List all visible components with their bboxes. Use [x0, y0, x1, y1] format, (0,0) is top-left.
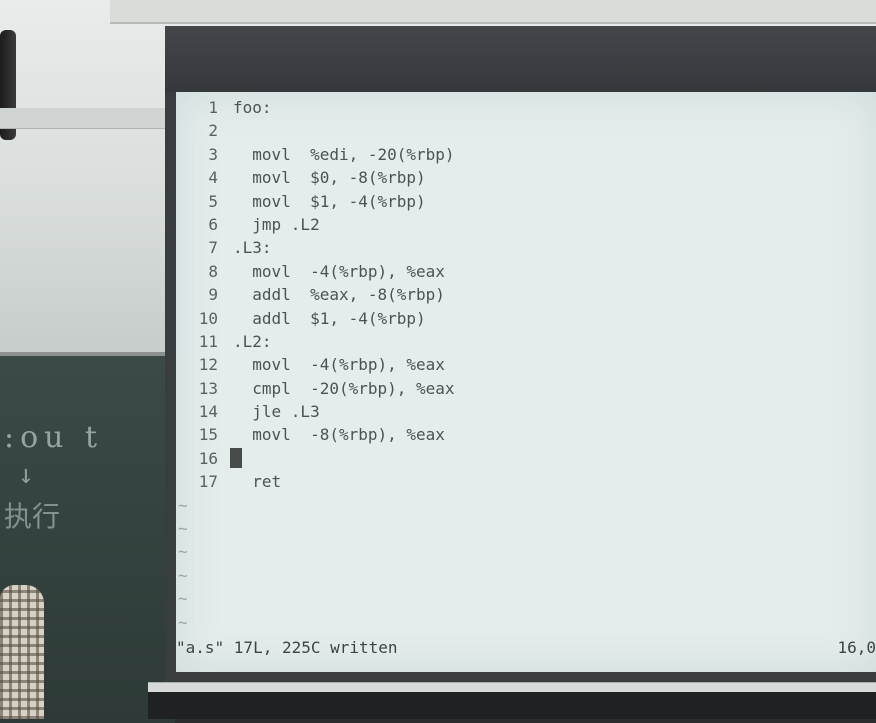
line-text[interactable]: jmp .L2 [233, 213, 319, 236]
code-line[interactable]: 15 movl -8(%rbp), %eax [176, 423, 876, 446]
line-number: 9 [208, 285, 218, 305]
line-text[interactable]: movl $1, -4(%rbp) [233, 190, 425, 213]
projection-screen-top [165, 26, 876, 92]
line-text[interactable]: .L3: [233, 236, 272, 259]
line-number: 11 [198, 331, 218, 351]
code-line[interactable]: 16 [176, 447, 876, 470]
floor-shadow [148, 692, 876, 719]
line-text[interactable]: addl $1, -4(%rbp) [233, 307, 425, 330]
vim-status-bar: "a.s" 17L, 225C written 16,0 [176, 636, 876, 660]
empty-line-tilde: ~ [178, 589, 188, 609]
line-number: 5 [208, 191, 218, 211]
line-text[interactable]: movl -4(%rbp), %eax [233, 260, 445, 283]
line-text[interactable]: foo: [233, 96, 272, 119]
code-line[interactable]: 8 movl -4(%rbp), %eax [176, 260, 876, 283]
ceiling-bar [110, 0, 876, 24]
line-text[interactable]: movl -4(%rbp), %eax [233, 353, 445, 376]
line-number: 15 [198, 425, 218, 445]
code-line[interactable]: 9 addl %eax, -8(%rbp) [176, 283, 876, 306]
vim-editor-window[interactable]: 1 foo: 2 3 movl %edi, -20(%rbp) 4 movl $0… [176, 92, 876, 672]
line-number: 13 [198, 378, 218, 398]
code-line[interactable]: 11 .L2: [176, 330, 876, 353]
code-line[interactable]: 17 ret [176, 470, 876, 493]
empty-line-tilde: ~ [178, 612, 188, 632]
line-number: 1 [208, 98, 218, 117]
line-number: 7 [208, 238, 218, 258]
wall-ledge [0, 108, 170, 129]
chalk-writing: :ou t [4, 420, 104, 455]
code-area[interactable]: 1 foo: 2 3 movl %edi, -20(%rbp) 4 movl $0… [176, 96, 876, 634]
code-line[interactable]: 3 movl %edi, -20(%rbp) [176, 143, 876, 166]
line-text[interactable]: cmpl -20(%rbp), %eax [233, 377, 454, 400]
chalk-writing-2: 执行 [4, 500, 61, 533]
line-text[interactable]: .L2: [233, 330, 272, 353]
empty-line-tilde: ~ [178, 542, 188, 562]
code-line[interactable]: 10 addl $1, -4(%rbp) [176, 307, 876, 330]
code-line[interactable]: 14 jle .L3 [176, 400, 876, 423]
empty-line-tilde: ~ [178, 565, 188, 585]
line-number: 8 [208, 261, 218, 281]
line-number: 16 [198, 448, 218, 468]
empty-line-tilde: ~ [178, 519, 188, 539]
code-line[interactable]: 7 .L3: [176, 236, 876, 259]
code-line[interactable]: 2 [176, 119, 876, 142]
line-text[interactable]: movl $0, -8(%rbp) [233, 166, 425, 189]
person-shoulder [0, 585, 44, 719]
line-number: 4 [208, 168, 218, 188]
code-line[interactable]: 13 cmpl -20(%rbp), %eax [176, 377, 876, 400]
line-number: 10 [198, 308, 218, 328]
line-number: 14 [198, 402, 218, 422]
code-line[interactable]: 12 movl -4(%rbp), %eax [176, 353, 876, 376]
code-line[interactable]: 6 jmp .L2 [176, 213, 876, 236]
line-number: 3 [208, 144, 218, 164]
line-text[interactable]: movl %edi, -20(%rbp) [233, 143, 454, 166]
line-number: 12 [198, 355, 218, 375]
line-text[interactable]: jle .L3 [233, 400, 319, 423]
line-text[interactable]: ret [233, 470, 281, 493]
text-cursor [230, 448, 242, 468]
code-line[interactable]: 1 foo: [176, 96, 876, 119]
line-number: 6 [208, 214, 218, 234]
status-message: "a.s" 17L, 225C written [176, 638, 398, 657]
line-number: 2 [208, 121, 218, 141]
code-line[interactable]: 5 movl $1, -4(%rbp) [176, 190, 876, 213]
cursor-position: 16,0 [837, 638, 876, 657]
code-line[interactable]: 4 movl $0, -8(%rbp) [176, 166, 876, 189]
line-text[interactable]: movl -8(%rbp), %eax [233, 423, 445, 446]
line-text[interactable]: addl %eax, -8(%rbp) [233, 283, 445, 306]
line-number: 17 [198, 472, 218, 492]
chalk-arrow: ↓ [18, 460, 34, 490]
empty-line-tilde: ~ [178, 495, 188, 515]
